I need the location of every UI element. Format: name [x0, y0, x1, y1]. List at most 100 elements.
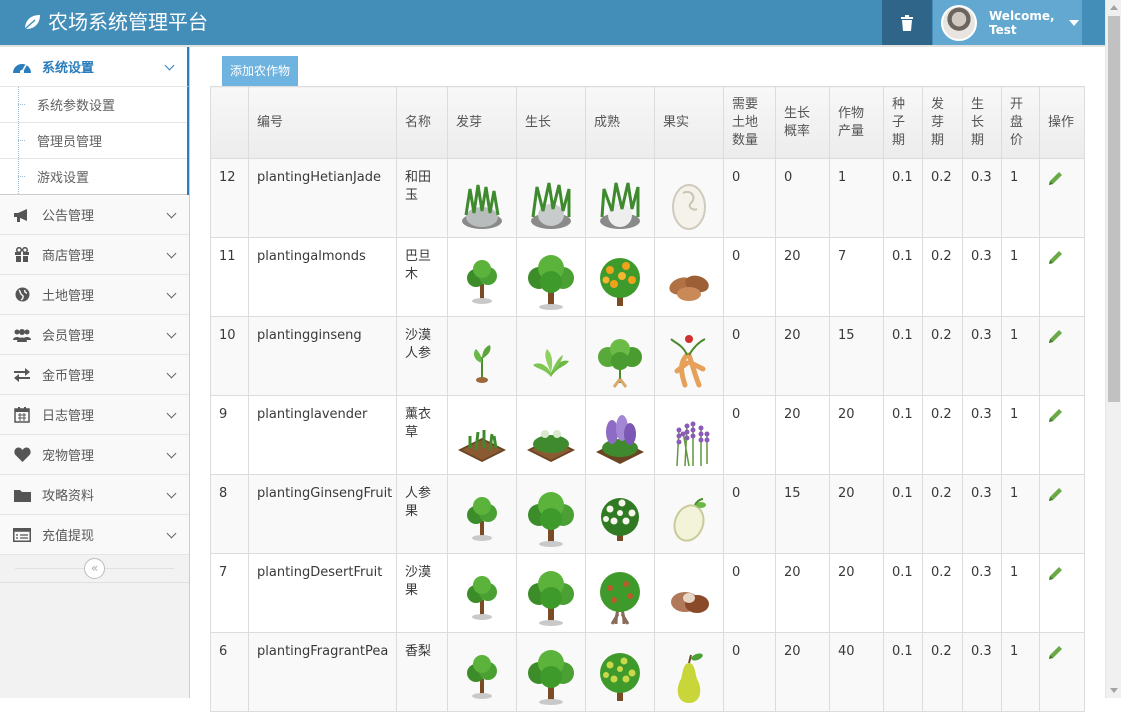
pear-tree-icon	[600, 653, 640, 701]
column-header-seed[interactable]: 种子期	[883, 86, 923, 159]
cell-prob: 20	[775, 237, 830, 317]
sapling-icon	[467, 497, 497, 541]
sidebar-collapse: «	[0, 555, 189, 583]
trash-button[interactable]	[882, 0, 932, 45]
column-header-price[interactable]: 开盘价	[1001, 86, 1040, 159]
cell-sprout-img	[447, 553, 517, 633]
cell-fruit-img	[654, 474, 724, 554]
cell-actions	[1039, 632, 1085, 712]
folder-icon	[12, 485, 32, 505]
dashboard-icon	[12, 57, 32, 77]
scroll-down-icon[interactable]	[1110, 688, 1118, 693]
cell-yield: 40	[829, 632, 884, 712]
submenu-item-admin[interactable]: 管理员管理	[0, 123, 187, 159]
sidebar-item-announcements[interactable]: 公告管理	[0, 195, 189, 235]
cell-fruit-img	[654, 237, 724, 317]
sidebar-item-pets[interactable]: 宠物管理	[0, 435, 189, 475]
chevron-down-icon	[166, 448, 177, 459]
almonds-icon	[669, 275, 709, 301]
edit-pencil-icon[interactable]	[1048, 171, 1063, 186]
cell-sprout: 0.2	[922, 158, 963, 238]
cell-yield: 15	[829, 316, 884, 396]
column-header-name[interactable]: 名称	[396, 86, 448, 159]
column-header-fruit-img[interactable]: 果实	[654, 86, 724, 159]
chevron-down-icon	[166, 248, 177, 259]
cell-id: 8	[210, 474, 249, 554]
column-header-grow-img[interactable]: 生长	[516, 86, 586, 159]
submenu-item-system-params[interactable]: 系统参数设置	[0, 87, 187, 123]
cell-sprout: 0.2	[922, 553, 963, 633]
column-header-sprout[interactable]: 发芽期	[922, 86, 963, 159]
cell-price: 1	[1001, 553, 1040, 633]
jade-grow-icon	[531, 182, 571, 229]
edit-pencil-icon[interactable]	[1048, 329, 1063, 344]
crops-table: 编号 名称 发芽 生长 成熟 果实 需要土地数量 生长概率 作物产量 种子期 发…	[210, 86, 1085, 712]
edit-pencil-icon[interactable]	[1048, 566, 1063, 581]
cell-prob: 15	[775, 474, 830, 554]
username: Test	[989, 22, 1017, 37]
pale-fruit-icon	[673, 498, 706, 542]
submenu-item-game[interactable]: 游戏设置	[0, 159, 187, 195]
cell-price: 1	[1001, 395, 1040, 475]
scrollbar-thumb[interactable]	[1108, 16, 1120, 402]
cell-code: plantingginseng	[248, 316, 397, 396]
sidebar-item-logs[interactable]: 日志管理	[0, 395, 189, 435]
chevron-down-icon	[166, 368, 177, 379]
user-menu[interactable]: Welcome, Test	[933, 0, 1082, 45]
cell-name: 香梨	[396, 632, 448, 712]
cell-ripe-img	[585, 316, 655, 396]
cell-sprout-img	[447, 316, 517, 396]
cell-sprout: 0.2	[922, 474, 963, 554]
cell-seed: 0.1	[883, 395, 923, 475]
sidebar-item-recharge[interactable]: 充值提现	[0, 515, 189, 555]
vertical-scrollbar[interactable]	[1105, 0, 1121, 698]
cell-id: 10	[210, 316, 249, 396]
cell-code: plantingFragrantPea	[248, 632, 397, 712]
brand[interactable]: 农场系统管理平台	[22, 9, 208, 35]
sidebar-item-coins[interactable]: 金币管理	[0, 355, 189, 395]
cell-price: 1	[1001, 316, 1040, 396]
avatar	[941, 4, 977, 41]
sidebar-item-shop[interactable]: 商店管理	[0, 235, 189, 275]
edit-pencil-icon[interactable]	[1048, 487, 1063, 502]
add-crop-button[interactable]: 添加农作物	[222, 56, 298, 86]
column-header-ripe-img[interactable]: 成熟	[585, 86, 655, 159]
collapse-sidebar-button[interactable]: «	[84, 558, 105, 579]
edit-pencil-icon[interactable]	[1048, 408, 1063, 423]
cell-sprout-img	[447, 474, 517, 554]
table-row: 8 plantingGinsengFruit 人参果 0 15 20 0.1 0.2 0.3 1	[210, 474, 1085, 554]
sapling-icon	[467, 576, 497, 620]
column-header-land[interactable]: 需要土地数量	[723, 86, 776, 159]
cell-seed: 0.1	[883, 553, 923, 633]
exchange-icon	[12, 365, 32, 385]
cell-id: 11	[210, 237, 249, 317]
edit-pencil-icon[interactable]	[1048, 250, 1063, 265]
cell-actions	[1039, 237, 1085, 317]
edit-pencil-icon[interactable]	[1048, 645, 1063, 660]
column-header-yield[interactable]: 作物产量	[829, 86, 884, 159]
sidebar-item-guides[interactable]: 攻略资料	[0, 475, 189, 515]
cell-grow: 0.3	[962, 158, 1002, 238]
cell-grow: 0.3	[962, 474, 1002, 554]
cell-code: plantinglavender	[248, 395, 397, 475]
sidebar-item-label: 充值提现	[42, 529, 95, 544]
scroll-up-icon[interactable]	[1110, 5, 1118, 10]
sidebar-item-label: 攻略资料	[42, 489, 95, 504]
heart-icon	[12, 445, 32, 465]
column-header-grow[interactable]: 生长期	[962, 86, 1002, 159]
column-header-code[interactable]: 编号	[248, 86, 397, 159]
sidebar-item-members[interactable]: 会员管理	[0, 315, 189, 355]
cell-grow-img	[516, 553, 586, 633]
fruit-tree-icon	[600, 572, 640, 625]
cell-sprout-img	[447, 158, 517, 238]
cell-id: 12	[210, 158, 249, 238]
sidebar-item-system-settings[interactable]: 系统设置	[0, 47, 189, 87]
column-header-prob[interactable]: 生长概率	[775, 86, 830, 159]
column-header-sprout-img[interactable]: 发芽	[447, 86, 517, 159]
sapling-icon	[467, 260, 497, 304]
cell-name: 薰衣草	[396, 395, 448, 475]
sidebar-item-land[interactable]: 土地管理	[0, 275, 189, 315]
cell-yield: 20	[829, 395, 884, 475]
sidebar-item-label: 日志管理	[42, 409, 95, 424]
cell-fruit-img	[654, 158, 724, 238]
